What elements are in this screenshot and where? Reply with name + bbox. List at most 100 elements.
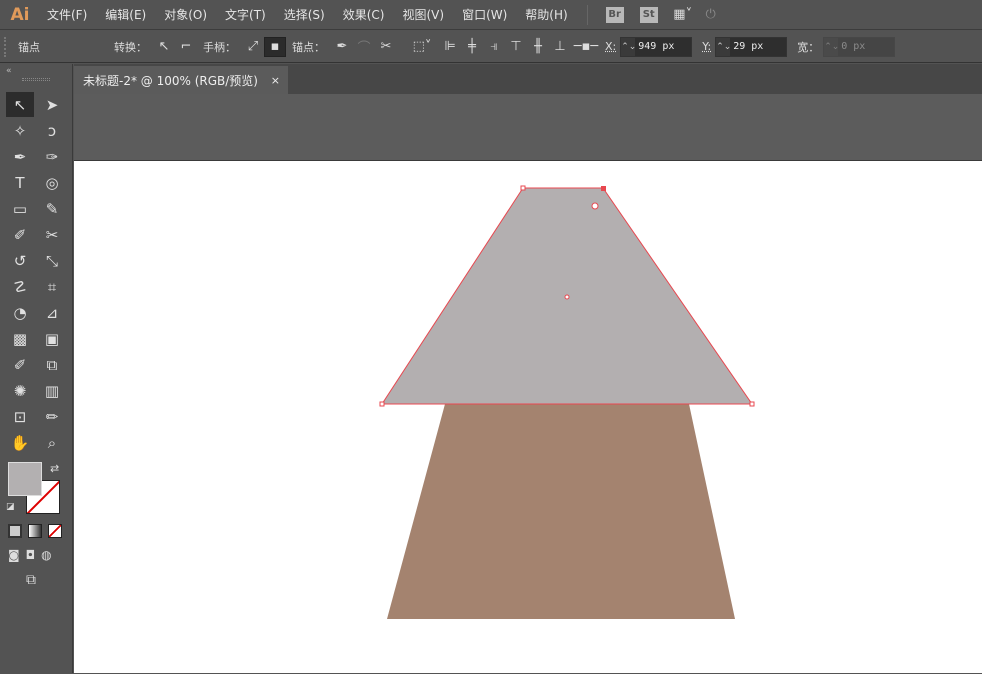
- menu-select[interactable]: 选择(S): [275, 6, 334, 23]
- paintbrush-tool-icon[interactable]: ✎: [38, 196, 66, 221]
- document-tab-bar: 未标题-2* @ 100% (RGB/预览) ×: [74, 64, 982, 94]
- scale-tool-icon[interactable]: ⤡: [38, 248, 66, 273]
- x-input[interactable]: [635, 37, 692, 56]
- y-field[interactable]: ⌃⌄: [715, 36, 788, 57]
- draw-inside-icon[interactable]: ◍: [41, 548, 51, 562]
- panel-grip[interactable]: [22, 78, 50, 81]
- convert-smooth-icon[interactable]: ⌐: [175, 37, 197, 57]
- control-bar: 锚点 转换： ↖ ⌐ 手柄： ⤢ ▪ 锚点： ✒ ⌒ ✂ ⬚˅ ⊫ ╪ ⫣ ⊤ …: [0, 31, 982, 63]
- curvature-tool-icon[interactable]: ✑: [38, 144, 66, 169]
- gpu-performance-icon[interactable]: ⏻: [700, 5, 722, 25]
- gradient-tool-icon[interactable]: ▣: [38, 326, 66, 351]
- convert-label: 转换：: [114, 40, 147, 54]
- lasso-tool-icon[interactable]: ↄ: [38, 118, 66, 143]
- live-corner-widget[interactable]: [591, 202, 599, 210]
- color-mode-icon[interactable]: [8, 524, 22, 538]
- slice-tool-icon[interactable]: ✏: [38, 404, 66, 429]
- divider: [586, 4, 588, 25]
- align-left-icon[interactable]: ⊫: [439, 37, 461, 57]
- warp-tool-icon[interactable]: ☡: [6, 274, 34, 299]
- menu-file[interactable]: 文件(F): [38, 6, 96, 23]
- selection-tool-icon[interactable]: ↖: [6, 92, 34, 117]
- isolate-icon[interactable]: ⬚˅: [405, 37, 439, 57]
- anchor-point-selected[interactable]: [601, 186, 606, 191]
- swap-fill-stroke-icon[interactable]: ⇄: [50, 462, 59, 475]
- align-vcenter-icon[interactable]: ╫: [527, 37, 549, 57]
- anchor-point[interactable]: [520, 185, 526, 191]
- hide-handles-icon[interactable]: ▪: [264, 36, 286, 57]
- spiral-tool-icon[interactable]: ◎: [38, 170, 66, 195]
- stock-button[interactable]: St: [639, 6, 658, 23]
- free-transform-tool-icon[interactable]: ⌗: [38, 274, 66, 299]
- direct-selection-tool-icon[interactable]: ➤: [38, 92, 66, 117]
- app-logo: Ai: [10, 4, 30, 25]
- fill-swatch[interactable]: [8, 462, 42, 496]
- brown-trapezoid[interactable]: [387, 404, 735, 619]
- center-point: [564, 294, 570, 300]
- x-stepper-icon[interactable]: ⌃⌄: [621, 42, 636, 52]
- perspective-grid-tool-icon[interactable]: ⊿: [38, 300, 66, 325]
- align-right-icon[interactable]: ⫣: [483, 37, 505, 57]
- eyedropper-tool-icon[interactable]: ✐: [6, 352, 34, 377]
- menu-effect[interactable]: 效果(C): [334, 6, 394, 23]
- anchors-label: 锚点：: [292, 40, 325, 54]
- width-stepper-icon[interactable]: ⌃⌄: [824, 42, 839, 52]
- convert-corner-icon[interactable]: ↖: [153, 37, 175, 57]
- y-label: Y:: [702, 40, 712, 53]
- shaper-tool-icon[interactable]: ✐: [6, 222, 34, 247]
- menu-window[interactable]: 窗口(W): [453, 6, 516, 23]
- column-graph-tool-icon[interactable]: ▥: [38, 378, 66, 403]
- document-tab-title: 未标题-2* @ 100% (RGB/预览): [83, 73, 258, 88]
- width-field[interactable]: ⌃⌄: [823, 36, 896, 57]
- connect-anchors-icon[interactable]: ⌒: [353, 37, 375, 57]
- bridge-button[interactable]: Br: [605, 6, 624, 23]
- shape-builder-tool-icon[interactable]: ◔: [6, 300, 34, 325]
- menu-object[interactable]: 对象(O): [155, 6, 216, 23]
- draw-behind-icon[interactable]: ◘: [26, 548, 36, 562]
- draw-normal-icon[interactable]: ◙: [8, 548, 20, 562]
- menu-view[interactable]: 视图(V): [393, 6, 453, 23]
- x-field[interactable]: ⌃⌄: [620, 36, 693, 57]
- zoom-tool-icon[interactable]: ⌕: [38, 430, 66, 455]
- menu-edit[interactable]: 编辑(E): [96, 6, 155, 23]
- handles-label: 手柄：: [203, 40, 236, 54]
- pen-tool-icon[interactable]: ✒: [6, 144, 34, 169]
- mesh-tool-icon[interactable]: ▩: [6, 326, 34, 351]
- y-input[interactable]: [730, 37, 787, 56]
- scissors-tool-icon[interactable]: ✂: [38, 222, 66, 247]
- type-tool-icon[interactable]: T: [6, 170, 34, 195]
- gradient-mode-icon[interactable]: [28, 524, 42, 538]
- show-handles-icon[interactable]: ⤢: [242, 37, 264, 57]
- collapse-panel-icon[interactable]: «: [6, 66, 12, 76]
- anchor-point[interactable]: [749, 401, 755, 407]
- hand-tool-icon[interactable]: ✋: [6, 430, 34, 455]
- blend-tool-icon[interactable]: ⧉: [38, 352, 66, 377]
- magic-wand-tool-icon[interactable]: ✧: [6, 118, 34, 143]
- menu-help[interactable]: 帮助(H): [516, 6, 576, 23]
- width-label: 宽：: [797, 40, 820, 54]
- reference-point-icon[interactable]: ─▪─: [571, 37, 601, 57]
- rectangle-tool-icon[interactable]: ▭: [6, 196, 34, 221]
- default-colors-icon[interactable]: ◪: [6, 502, 15, 512]
- rotate-tool-icon[interactable]: ↺: [6, 248, 34, 273]
- align-bottom-icon[interactable]: ⊥: [549, 37, 571, 57]
- remove-anchor-icon[interactable]: ✒: [331, 37, 353, 57]
- anchor-point[interactable]: [379, 401, 385, 407]
- document-tab[interactable]: 未标题-2* @ 100% (RGB/预览) ×: [74, 66, 288, 94]
- artboard[interactable]: [74, 160, 982, 673]
- symbol-sprayer-tool-icon[interactable]: ✺: [6, 378, 34, 403]
- width-input[interactable]: [838, 37, 895, 56]
- menu-type[interactable]: 文字(T): [216, 6, 275, 23]
- tools-panel: « ↖ ➤ ✧ ↄ ✒ ✑ T ◎ ▭ ✎ ✐ ✂ ↺ ⤡ ☡ ⌗ ◔ ⊿ ▩ ▣ ✐ ⧉ ✺ ▥ ⊡ ✏ ✋ ⌕ ⇄ ◪ ◙ ◘ ◍…: [0, 64, 73, 673]
- grip-handle[interactable]: [4, 36, 12, 57]
- y-stepper-icon[interactable]: ⌃⌄: [716, 42, 731, 52]
- none-mode-icon[interactable]: [48, 524, 62, 538]
- cut-path-icon[interactable]: ✂: [375, 37, 397, 57]
- x-label: X:: [605, 40, 617, 53]
- workspace-layout-icon[interactable]: ▦˅: [666, 5, 700, 25]
- align-hcenter-icon[interactable]: ╪: [461, 37, 483, 57]
- close-tab-icon[interactable]: ×: [271, 74, 280, 87]
- artboard-tool-icon[interactable]: ⊡: [6, 404, 34, 429]
- align-top-icon[interactable]: ⊤: [505, 37, 527, 57]
- screen-mode-icon[interactable]: ⧉: [26, 572, 36, 588]
